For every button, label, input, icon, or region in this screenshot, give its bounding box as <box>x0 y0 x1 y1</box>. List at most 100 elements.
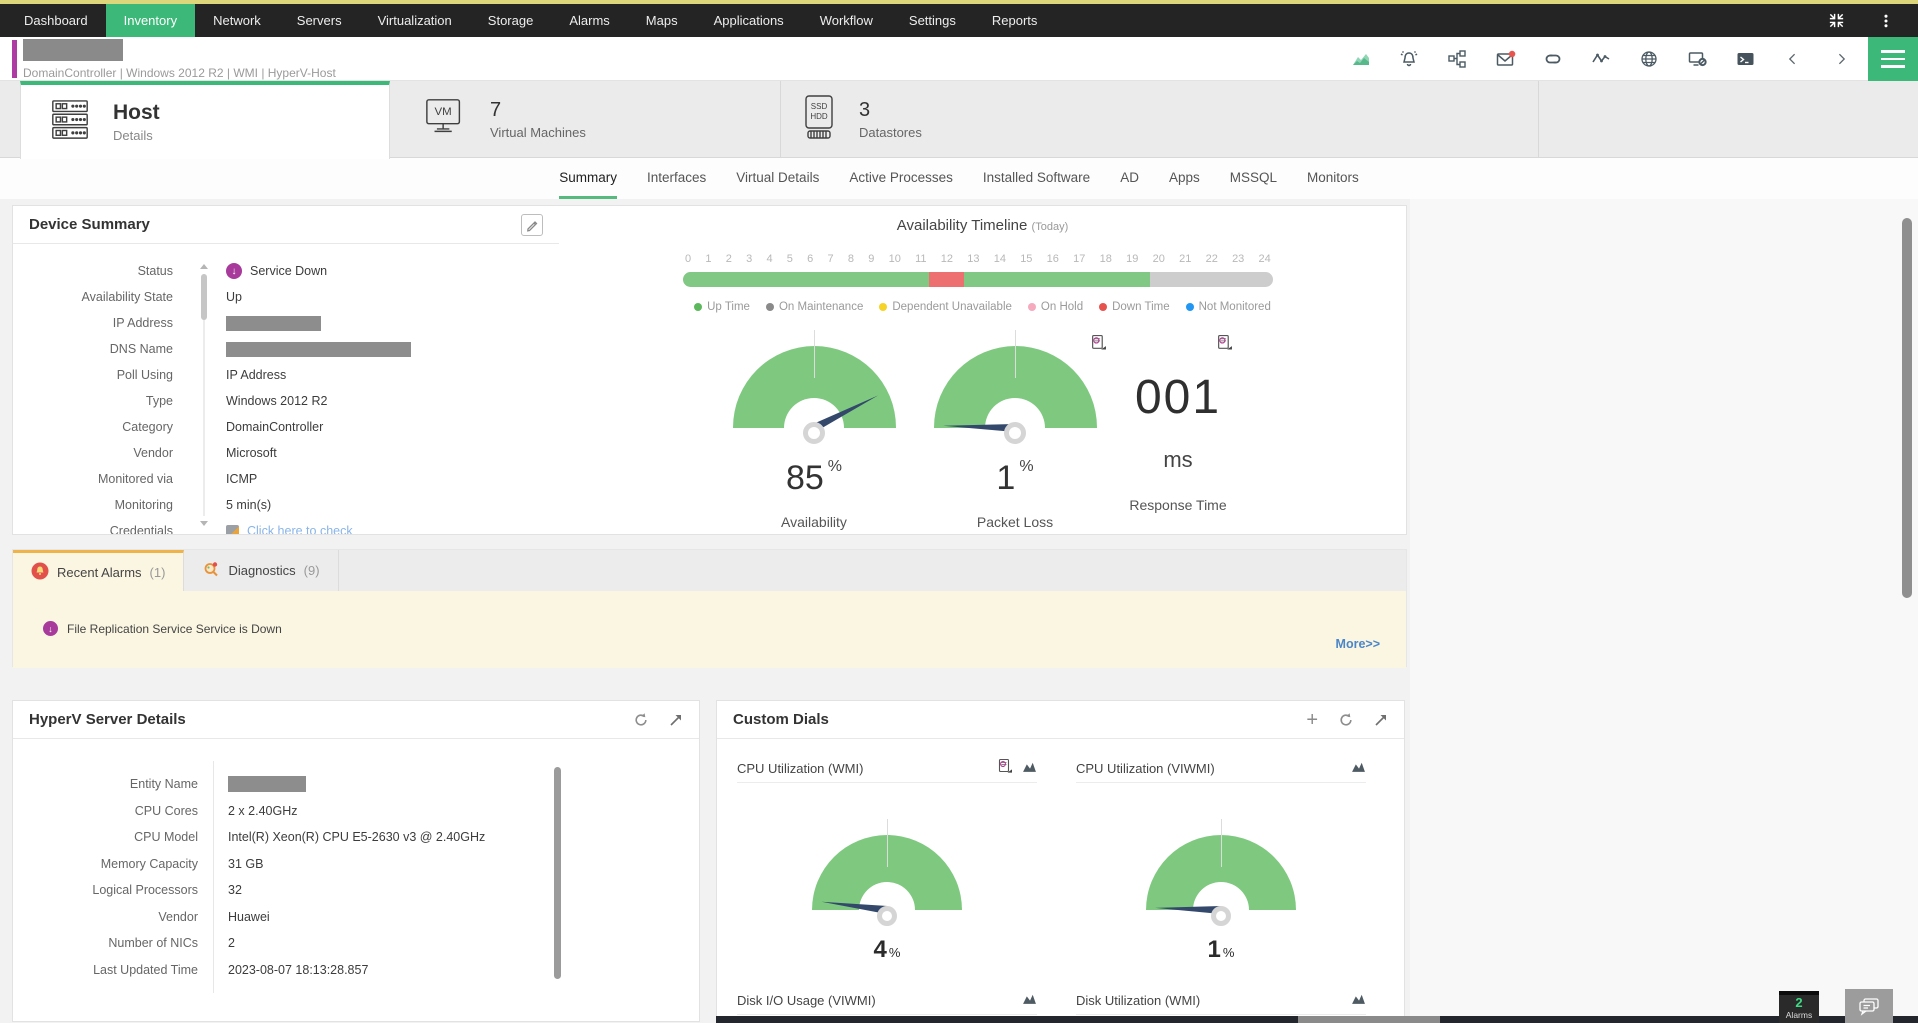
tab-virtual-details[interactable]: Virtual Details <box>736 158 819 199</box>
more-link[interactable]: More>> <box>1336 637 1380 651</box>
nav-item-reports[interactable]: Reports <box>974 4 1056 37</box>
nav-item-dashboard[interactable]: Dashboard <box>6 4 106 37</box>
link-dependency-icon[interactable] <box>1542 48 1564 70</box>
field-label: Type <box>145 394 173 408</box>
graph-icon[interactable] <box>1351 760 1366 778</box>
alarm-count-badge[interactable]: 2 Alarms <box>1779 991 1819 1023</box>
custom-dials-header: Custom Dials + <box>717 701 1404 739</box>
hyperv-scrollbar[interactable] <box>554 767 561 979</box>
nav-item-storage[interactable]: Storage <box>470 4 552 37</box>
hour-tick: 10 <box>888 253 901 265</box>
alarm-badge-label: Alarms <box>1785 1010 1813 1020</box>
chat-icon[interactable] <box>1845 989 1893 1023</box>
report-icon[interactable] <box>1090 334 1107 356</box>
service-down-icon: ↓ <box>226 263 242 279</box>
hyperv-details-panel: HyperV Server Details Entity Name CPU Cor… <box>12 700 700 1022</box>
expand-icon[interactable] <box>1374 713 1388 727</box>
tab-recent-alarms[interactable]: Recent Alarms (1) <box>13 550 185 591</box>
refresh-icon[interactable] <box>1338 712 1354 728</box>
topology-icon[interactable] <box>1446 48 1468 70</box>
refresh-icon[interactable] <box>633 712 649 728</box>
chevron-left-icon[interactable] <box>1782 48 1804 70</box>
tab-summary[interactable]: Summary <box>559 158 617 199</box>
service-down-icon: ↓ <box>43 621 58 636</box>
credentials-link[interactable]: Click here to check <box>247 524 353 534</box>
remote-desktop-disabled-icon[interactable] <box>1686 48 1708 70</box>
nav-item-settings[interactable]: Settings <box>891 4 974 37</box>
legend-not-monitored: Not Monitored <box>1185 301 1271 313</box>
field-value: Huawei <box>228 910 270 924</box>
nav-item-applications[interactable]: Applications <box>696 4 802 37</box>
svg-text:HDD: HDD <box>810 112 828 121</box>
field-text: 32 <box>228 883 242 898</box>
tab-apps[interactable]: Apps <box>1169 158 1200 199</box>
tab-diagnostics[interactable]: Diagnostics (9) <box>184 550 339 591</box>
hour-tick: 21 <box>1179 253 1192 265</box>
tab-active-processes[interactable]: Active Processes <box>849 158 953 199</box>
chevron-right-icon[interactable] <box>1830 48 1852 70</box>
hyperv-panel-header: HyperV Server Details <box>13 701 699 739</box>
field-label: Number of NICs <box>108 936 198 951</box>
field-row-monitoring: Monitoring 5 min(s) <box>13 492 559 518</box>
nav-item-workflow[interactable]: Workflow <box>802 4 891 37</box>
tab-mssql[interactable]: MSSQL <box>1230 158 1277 199</box>
alarm-message-row[interactable]: ↓ File Replication Service Service is Do… <box>43 621 282 636</box>
entity-card-datastores[interactable]: SSD HDD 3 Datastores <box>781 81 1539 158</box>
hour-tick: 11 <box>915 253 927 265</box>
hour-tick: 8 <box>847 253 854 265</box>
add-dial-button[interactable]: + <box>1306 710 1318 730</box>
availability-title-text: Availability Timeline <box>896 217 1028 234</box>
field-text: Microsoft <box>226 446 277 460</box>
performance-chart-icon[interactable] <box>1350 48 1372 70</box>
tab-ad[interactable]: AD <box>1120 158 1139 199</box>
nav-item-alarms[interactable]: Alarms <box>551 4 627 37</box>
nav-item-maps[interactable]: Maps <box>628 4 696 37</box>
pulse-monitor-icon[interactable] <box>1590 48 1612 70</box>
diagnostics-count: (9) <box>303 563 320 578</box>
graph-icon[interactable] <box>1022 760 1037 778</box>
hamburger-menu-button[interactable] <box>1868 37 1918 81</box>
host-rack-icon <box>49 97 91 148</box>
mail-notification-icon[interactable] <box>1494 48 1516 70</box>
tab-interfaces[interactable]: Interfaces <box>647 158 706 199</box>
entity-card-virtual-machines[interactable]: VM 7 Virtual Machines <box>390 81 781 158</box>
hour-tick: 22 <box>1205 253 1218 265</box>
alarm-bell-icon[interactable] <box>1398 48 1420 70</box>
field-text: 2 <box>228 936 235 951</box>
report-icon[interactable] <box>997 758 1013 779</box>
dial-title-row: Disk I/O Usage (VIWMI) <box>737 991 1037 1015</box>
breadcrumb: DomainController | Windows 2012 R2 | WMI… <box>23 66 336 80</box>
field-text: Up <box>226 290 242 304</box>
field-text: DomainController <box>226 420 324 434</box>
expand-icon[interactable] <box>669 713 683 727</box>
tab-installed-software[interactable]: Installed Software <box>983 158 1090 199</box>
terminal-icon[interactable] <box>1734 48 1756 70</box>
availability-timeline-bar <box>683 272 1273 287</box>
nav-item-inventory[interactable]: Inventory <box>105 4 196 37</box>
overflow-menu-icon[interactable] <box>1878 12 1894 30</box>
nav-item-virtualization[interactable]: Virtualization <box>360 4 470 37</box>
packet-loss-gauge-label: Packet Loss <box>976 514 1054 530</box>
dial-title: CPU Utilization (VIWMI) <box>1076 761 1215 776</box>
horizontal-scrollbar[interactable] <box>716 1016 1918 1023</box>
horizontal-scrollbar-thumb[interactable] <box>1298 1016 1440 1023</box>
alarms-content: ↓ File Replication Service Service is Do… <box>13 591 1406 668</box>
globe-icon[interactable] <box>1638 48 1660 70</box>
dial-title-row: Disk Utilization (WMI) <box>1076 991 1366 1015</box>
report-icon[interactable] <box>1216 334 1233 356</box>
nav-right-controls <box>1827 4 1918 37</box>
nav-item-servers[interactable]: Servers <box>279 4 360 37</box>
graph-icon[interactable] <box>1022 992 1037 1010</box>
entity-card-host[interactable]: Host Details <box>20 81 390 159</box>
timeline-segment-up <box>964 272 1151 287</box>
device-summary-scrollbar[interactable] <box>197 264 211 526</box>
field-value: 31 GB <box>228 857 263 871</box>
field-row-monitored-via: Monitored via ICMP <box>13 466 559 492</box>
field-value: Windows 2012 R2 <box>226 394 327 408</box>
graph-icon[interactable] <box>1351 992 1366 1010</box>
compress-icon[interactable] <box>1827 11 1846 30</box>
vertical-scrollbar[interactable] <box>1902 218 1912 598</box>
nav-item-network[interactable]: Network <box>195 4 279 37</box>
edit-icon[interactable] <box>521 213 543 236</box>
tab-monitors[interactable]: Monitors <box>1307 158 1359 199</box>
